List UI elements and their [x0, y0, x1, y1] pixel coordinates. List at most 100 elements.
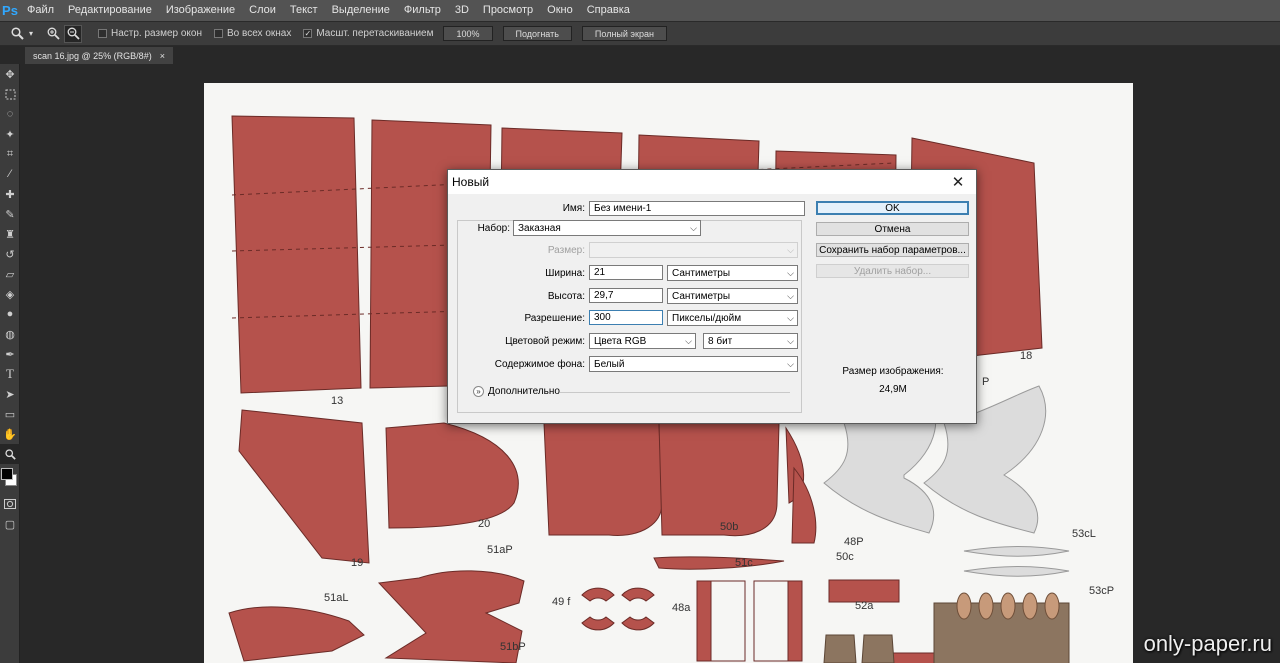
tool-preset-chevron-icon[interactable]: ▾ [26, 25, 36, 43]
close-tab-icon[interactable]: × [160, 51, 165, 61]
healing-brush-icon[interactable]: ✚ [0, 184, 20, 204]
chevron-down-icon: ⌵ [787, 335, 794, 346]
dodge-tool-icon[interactable]: ◍ [0, 324, 20, 344]
color-swatches[interactable] [0, 464, 19, 494]
blur-tool-icon[interactable]: ● [0, 304, 20, 324]
save-preset-button[interactable]: Сохранить набор параметров... [816, 243, 969, 257]
menu-type[interactable]: Текст [283, 0, 325, 21]
part-label-53cl: 53cL [1072, 528, 1096, 540]
ok-button[interactable]: OK [816, 201, 969, 215]
height-field[interactable]: 29,7 [589, 288, 663, 303]
part-label-51c: 51c [735, 557, 753, 569]
foreground-color-swatch[interactable] [1, 468, 13, 480]
zoom-tool-icon[interactable] [0, 444, 20, 464]
eyedropper-icon[interactable]: ⁄ [0, 164, 20, 184]
chevron-down-icon: ⌵ [787, 312, 794, 323]
screen-mode-icon[interactable]: ▢ [0, 514, 20, 534]
scrubby-zoom-checkbox[interactable]: ✓ Масшт. перетаскиванием [303, 28, 433, 39]
size-select: ⌵ [589, 242, 798, 258]
type-tool-icon[interactable]: T [0, 364, 20, 384]
history-brush-icon[interactable]: ↺ [0, 244, 20, 264]
resolution-field[interactable]: 300 [589, 310, 663, 325]
width-unit-select[interactable]: Сантиметры ⌵ [667, 265, 798, 281]
name-label: Имя: [562, 203, 585, 214]
part-label-48a: 48a [672, 602, 691, 614]
magic-wand-icon[interactable]: ✦ [0, 124, 20, 144]
bit-depth-value: 8 бит [708, 335, 733, 347]
fit-screen-button[interactable]: Подогнать [502, 26, 572, 41]
zoom-100-button[interactable]: 100% [443, 26, 493, 41]
advanced-toggle[interactable]: » Дополнительно [473, 386, 560, 397]
zoom-out-icon[interactable] [64, 24, 82, 43]
menu-edit[interactable]: Редактирование [61, 0, 159, 21]
part-label-51al: 51aL [324, 592, 349, 604]
paint-bucket-icon[interactable]: ◈ [0, 284, 20, 304]
crop-tool-icon[interactable]: ⌗ [0, 144, 20, 164]
menu-view[interactable]: Просмотр [476, 0, 540, 21]
advanced-label: Дополнительно [488, 386, 560, 397]
pen-tool-icon[interactable]: ✒ [0, 344, 20, 364]
name-field[interactable]: Без имени-1 [589, 201, 805, 216]
scrubby-zoom-box[interactable]: ✓ [303, 29, 313, 38]
scrubby-zoom-label: Масшт. перетаскиванием [316, 28, 434, 39]
chevron-down-icon: ⌵ [787, 267, 794, 278]
background-label: Содержимое фона: [494, 359, 585, 370]
part-label-48p: 48P [844, 536, 864, 548]
hand-tool-icon[interactable]: ✋ [0, 424, 20, 444]
document-tab-title: scan 16.jpg @ 25% (RGB/8#) [33, 50, 152, 61]
menu-3d[interactable]: 3D [448, 0, 476, 21]
double-chevron-down-icon[interactable]: » [473, 386, 484, 397]
delete-preset-button: Удалить набор... [816, 264, 969, 278]
eraser-tool-icon[interactable]: ▱ [0, 264, 20, 284]
all-windows-label: Во всех окнах [227, 28, 292, 39]
menu-help[interactable]: Справка [580, 0, 637, 21]
marquee-tool-icon[interactable] [0, 84, 20, 104]
part-label-53cp: 53cP [1089, 585, 1115, 597]
background-select[interactable]: Белый ⌵ [589, 356, 798, 372]
color-mode-select[interactable]: Цвета RGB ⌵ [589, 333, 696, 349]
zoom-in-icon[interactable] [44, 25, 62, 43]
height-unit-select[interactable]: Сантиметры ⌵ [667, 288, 798, 304]
part-label-18: 18 [1020, 350, 1033, 362]
document-tab[interactable]: scan 16.jpg @ 25% (RGB/8#) × [25, 47, 173, 64]
menu-window[interactable]: Окно [540, 0, 580, 21]
menu-layers[interactable]: Слои [242, 0, 283, 21]
menu-file[interactable]: Файл [20, 0, 61, 21]
menu-filter[interactable]: Фильтр [397, 0, 448, 21]
resize-windows-box[interactable] [98, 29, 107, 38]
bit-depth-select[interactable]: 8 бит ⌵ [703, 333, 798, 349]
zoom-tool-icon[interactable] [8, 25, 26, 43]
part-label-19: 19 [351, 557, 364, 569]
all-windows-checkbox[interactable]: Во всех окнах [214, 28, 291, 39]
part-label-52a: 52a [855, 600, 874, 612]
menu-select[interactable]: Выделение [325, 0, 397, 21]
fill-screen-button[interactable]: Полный экран [581, 26, 667, 41]
part-label-50b: 50b [720, 521, 739, 533]
menu-image[interactable]: Изображение [159, 0, 242, 21]
options-bar: ▾ Настр. размер окон Во всех окнах ✓ Мас… [0, 21, 1280, 46]
part-label-20: 20 [478, 518, 491, 530]
width-field[interactable]: 21 [589, 265, 663, 280]
menu-bar: Ps Файл Редактирование Изображение Слои … [0, 0, 1280, 21]
cancel-button[interactable]: Отмена [816, 222, 969, 236]
shape-tool-icon[interactable]: ▭ [0, 404, 20, 424]
photoshop-logo: Ps [2, 3, 18, 18]
width-label: Ширина: [545, 268, 585, 279]
brush-tool-icon[interactable]: ✎ [0, 204, 20, 224]
all-windows-box[interactable] [214, 29, 223, 38]
color-mode-label: Цветовой режим: [505, 336, 585, 347]
move-tool-icon[interactable]: ✥ [0, 64, 20, 84]
close-icon[interactable]: ✕ [948, 172, 968, 192]
quick-mask-icon[interactable] [0, 494, 20, 514]
part-label-50c: 50c [836, 551, 854, 563]
preset-select[interactable]: Заказная ⌵ [513, 220, 701, 236]
resolution-unit-select[interactable]: Пикселы/дюйм ⌵ [667, 310, 798, 326]
background-value: Белый [594, 358, 625, 370]
resize-windows-checkbox[interactable]: Настр. размер окон [98, 28, 202, 39]
part-label-51bp: 51bP [500, 641, 526, 653]
path-select-icon[interactable]: ➤ [0, 384, 20, 404]
height-unit-value: Сантиметры [672, 290, 731, 302]
dialog-title-bar[interactable]: Новый ✕ [448, 170, 976, 194]
lasso-tool-icon[interactable]: ◌ [0, 104, 20, 124]
stamp-tool-icon[interactable]: ♜ [0, 224, 20, 244]
